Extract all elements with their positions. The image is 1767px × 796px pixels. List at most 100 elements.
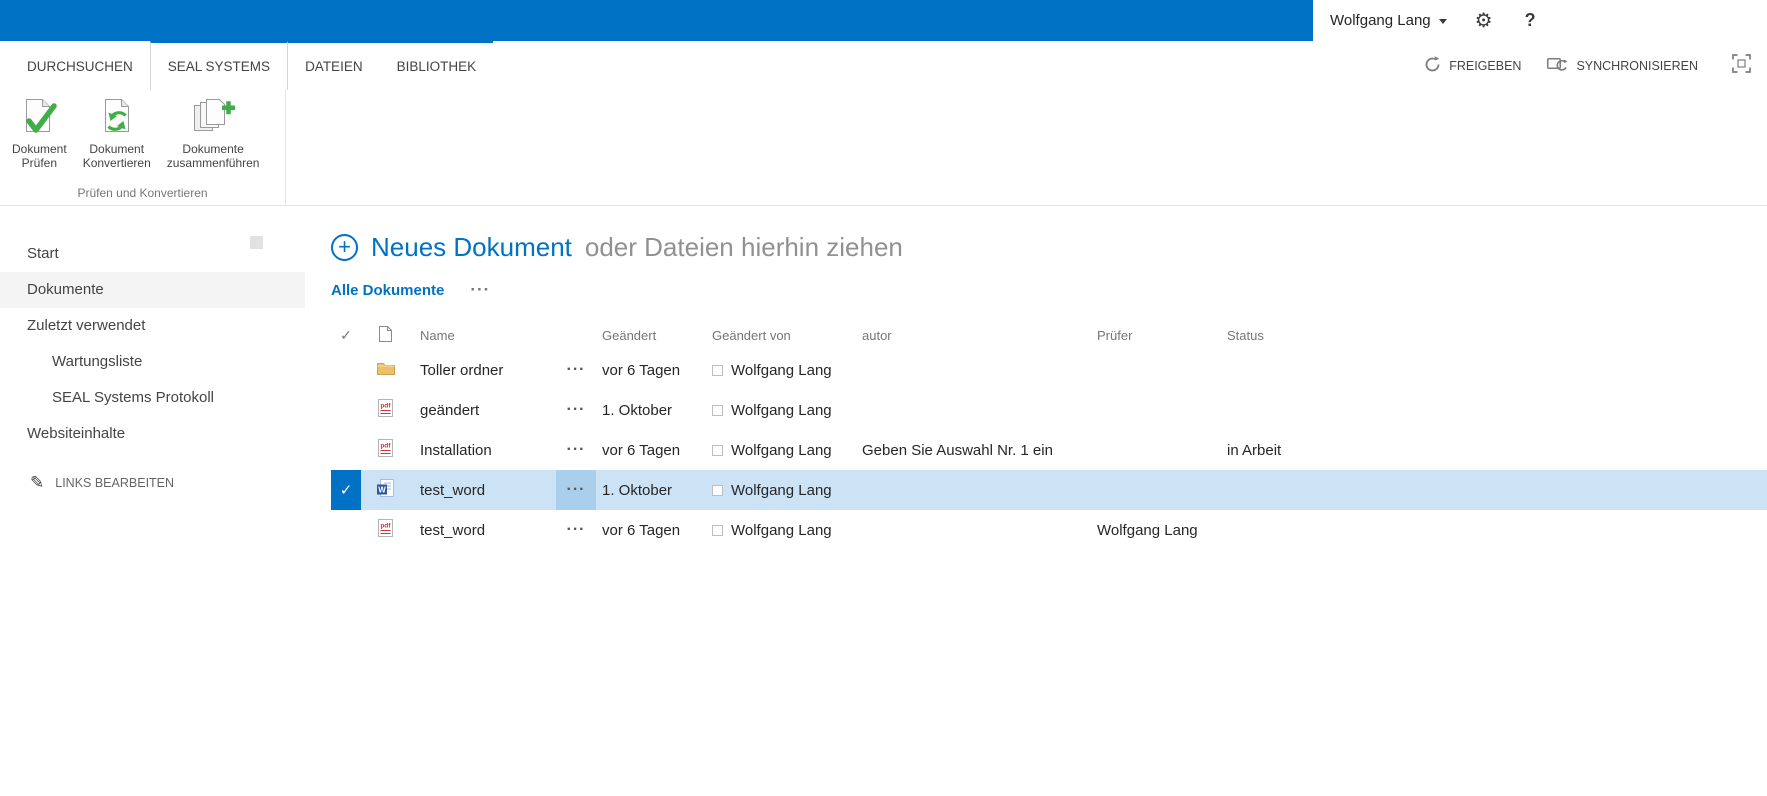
row-status: in Arbeit	[1227, 441, 1282, 459]
focus-on-content-button[interactable]	[1732, 53, 1751, 78]
button-label-line: Dokument	[12, 142, 67, 156]
pencil-icon: ✎	[30, 473, 45, 492]
row-icon-cell: pdf	[361, 439, 410, 461]
ellipsis-icon: ···	[566, 521, 586, 538]
new-document-area: + Neues Dokument oder Dateien hierhin zi…	[331, 232, 1767, 263]
sync-label: SYNCHRONISIEREN	[1576, 58, 1698, 73]
row-modified-by-cell: Wolfgang Lang	[706, 482, 856, 499]
edit-links-button[interactable]: ✎ LINKS BEARBEITEN	[0, 474, 305, 491]
share-icon	[1424, 55, 1441, 76]
row-icon-cell	[361, 361, 410, 379]
row-modified: 1. Oktober	[602, 481, 673, 499]
row-ellipsis-button[interactable]: ···	[556, 350, 596, 390]
tab-seal-systems[interactable]: SEAL SYSTEMS	[149, 41, 289, 90]
row-modified-by[interactable]: Wolfgang Lang	[731, 402, 832, 419]
svg-text:pdf: pdf	[380, 403, 391, 410]
suite-bar-brand	[0, 0, 1313, 41]
document-name-link[interactable]: geändert	[410, 402, 556, 419]
row-modified-by[interactable]: Wolfgang Lang	[731, 362, 832, 379]
new-document-suffix: oder Dateien hierhin ziehen	[584, 232, 903, 262]
header-select-cell[interactable]: ✓	[331, 320, 361, 350]
ribbon-group-pruefen-und-konvertieren: Dokument Prüfen Dokument Konvertieren Do…	[0, 90, 286, 205]
dokument-konvertieren-button[interactable]: Dokument Konvertieren	[77, 93, 157, 186]
dokumente-zusammenfuehren-button[interactable]: Dokumente zusammenführen	[161, 93, 266, 186]
document-name-link[interactable]: test_word	[410, 482, 556, 499]
row-icon-cell: pdf	[361, 519, 410, 541]
button-label-line: zusammenführen	[166, 156, 260, 170]
row-modified-by-cell: Wolfgang Lang	[706, 402, 856, 419]
presence-indicator	[712, 444, 723, 456]
table-row[interactable]: pdf geändert ··· 1. Oktober Wolfgang Lan…	[331, 390, 1767, 430]
button-label-line: Prüfen	[21, 156, 58, 170]
ellipsis-icon: ···	[566, 481, 586, 498]
gear-icon[interactable]: ⚙	[1475, 11, 1493, 31]
row-select-cell[interactable]	[331, 510, 361, 550]
table-row-selected[interactable]: ✓ W test_word ··· 1. Oktober Wolfgang La…	[331, 470, 1767, 510]
documents-merge-icon	[190, 96, 236, 142]
tab-durchsuchen[interactable]: DURCHSUCHEN	[10, 41, 150, 90]
new-document-plus-icon[interactable]: +	[331, 234, 358, 261]
folder-icon	[376, 361, 395, 379]
sidebar-item-seal-systems-protokoll[interactable]: SEAL Systems Protokoll	[0, 380, 305, 416]
sidebar-item-wartungsliste[interactable]: Wartungsliste	[0, 344, 305, 380]
view-selector-row: Alle Dokumente ···	[331, 280, 1767, 300]
row-select-cell[interactable]	[331, 430, 361, 470]
presence-indicator	[712, 404, 723, 416]
document-name-link[interactable]: test_word	[410, 522, 556, 539]
table-row[interactable]: pdf test_word ··· vor 6 Tagen Wolfgang L…	[331, 510, 1767, 550]
row-modified-by[interactable]: Wolfgang Lang	[731, 522, 832, 539]
selected-check-icon: ✓	[339, 482, 353, 499]
row-select-cell[interactable]	[331, 350, 361, 390]
document-convert-icon	[97, 96, 137, 142]
ellipsis-icon: ···	[566, 401, 586, 418]
sidebar-item-websiteinhalte[interactable]: Websiteinhalte	[0, 416, 305, 452]
row-ellipsis-button[interactable]: ···	[556, 510, 596, 550]
tab-bibliothek[interactable]: BIBLIOTHEK	[380, 43, 494, 90]
row-modified-by[interactable]: Wolfgang Lang	[731, 442, 832, 459]
focus-on-content-icon	[1732, 53, 1751, 78]
presence-indicator	[712, 364, 723, 376]
row-ellipsis-button[interactable]: ···	[556, 470, 596, 510]
ellipsis-icon: ···	[566, 361, 586, 378]
share-button[interactable]: FREIGEBEN	[1424, 55, 1521, 76]
row-select-cell[interactable]	[331, 390, 361, 430]
row-autor: Geben Sie Auswahl Nr. 1 ein	[862, 441, 1053, 459]
column-header-geaendert-von[interactable]: Geändert von	[706, 328, 856, 343]
svg-text:pdf: pdf	[380, 443, 391, 450]
ribbon-content: Dokument Prüfen Dokument Konvertieren Do…	[0, 90, 1767, 206]
pdf-file-icon: pdf	[378, 519, 393, 541]
user-menu[interactable]: Wolfgang Lang	[1330, 12, 1447, 29]
row-ellipsis-button[interactable]: ···	[556, 390, 596, 430]
new-document-link[interactable]: Neues Dokument	[371, 232, 572, 263]
dokument-pruefen-button[interactable]: Dokument Prüfen	[6, 93, 73, 186]
document-type-header-icon	[379, 325, 392, 345]
column-header-name[interactable]: Name	[410, 328, 556, 343]
ellipsis-icon: ···	[566, 441, 586, 458]
document-name-link[interactable]: Toller ordner	[410, 362, 556, 379]
sidebar-item-zuletzt-verwendet[interactable]: Zuletzt verwendet	[0, 308, 305, 344]
column-header-autor[interactable]: autor	[856, 328, 1091, 343]
row-modified: vor 6 Tagen	[602, 361, 681, 379]
main-content: + Neues Dokument oder Dateien hierhin zi…	[305, 206, 1767, 796]
tab-dateien[interactable]: DATEIEN	[288, 43, 380, 90]
ribbon-group-label: Prüfen und Konvertieren	[77, 186, 208, 200]
help-icon[interactable]: ?	[1525, 10, 1536, 31]
header-doctype-cell[interactable]	[361, 325, 410, 345]
table-row[interactable]: Toller ordner ··· vor 6 Tagen Wolfgang L…	[331, 350, 1767, 390]
column-header-pruefer[interactable]: Prüfer	[1091, 328, 1221, 343]
views-ellipsis-button[interactable]: ···	[470, 280, 490, 300]
row-ellipsis-button[interactable]: ···	[556, 430, 596, 470]
view-all-documents-link[interactable]: Alle Dokumente	[331, 282, 444, 299]
document-name-link[interactable]: Installation	[410, 442, 556, 459]
plus-glyph: +	[338, 233, 351, 259]
column-header-geaendert[interactable]: Geändert	[596, 328, 706, 343]
table-row[interactable]: pdf Installation ··· vor 6 Tagen Wolfgan…	[331, 430, 1767, 470]
row-modified-by[interactable]: Wolfgang Lang	[731, 482, 832, 499]
sidebar-item-dokumente[interactable]: Dokumente	[0, 272, 305, 308]
sync-icon	[1547, 56, 1569, 76]
column-header-status[interactable]: Status	[1221, 328, 1301, 343]
header-menu-cell	[556, 320, 596, 350]
row-select-cell[interactable]: ✓	[331, 470, 361, 510]
presence-indicator	[712, 484, 723, 496]
sync-button[interactable]: SYNCHRONISIEREN	[1547, 56, 1698, 76]
